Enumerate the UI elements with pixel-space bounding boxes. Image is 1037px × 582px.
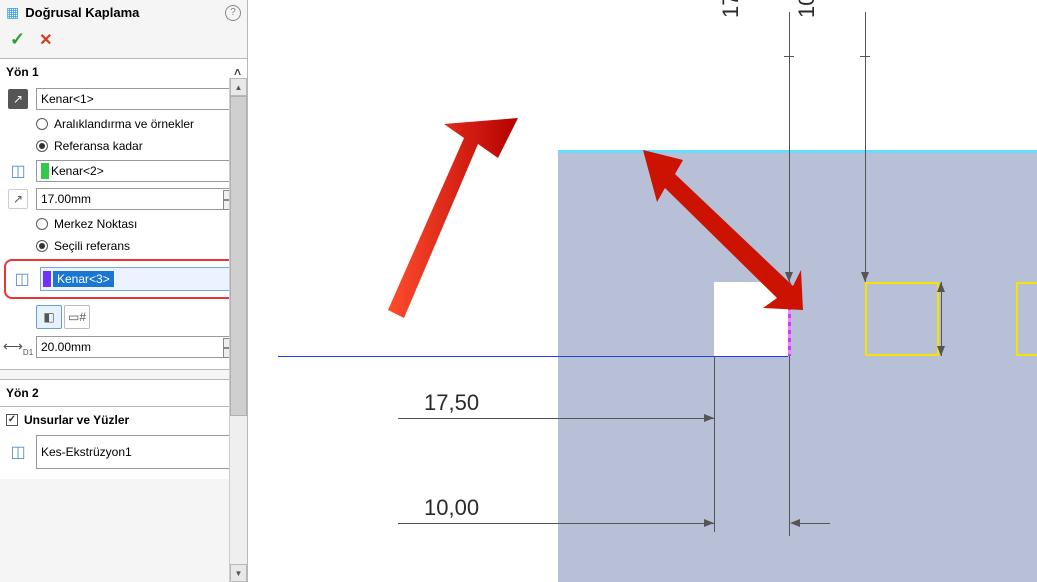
section-header-features[interactable]: Unsurlar ve Yüzler ˄ bbox=[6, 411, 241, 433]
dim-h1-line bbox=[398, 418, 714, 419]
dimension-v-10-00: 10,00 bbox=[794, 0, 820, 18]
scroll-up-button[interactable]: ▲ bbox=[230, 78, 247, 96]
purple-selection-chip bbox=[43, 271, 51, 287]
selected-reference-value: Kenar<3> bbox=[53, 271, 114, 287]
radio-center-point[interactable] bbox=[36, 218, 48, 230]
dimension-v-17-50: 17,50 bbox=[718, 0, 744, 18]
direction1-edge-value: Kenar<1> bbox=[41, 92, 94, 106]
center-point-option-row[interactable]: Merkez Noktası bbox=[6, 213, 241, 235]
section-direction1: Yön 1 ˄ ↗ Kenar<1> Aralıklandırma ve örn… bbox=[0, 58, 247, 369]
dim-v1-extline bbox=[789, 12, 790, 282]
offset-value-row: ⟷D1 20.00mm ▲▼ bbox=[6, 333, 241, 361]
dim-h2-line-right bbox=[800, 523, 830, 524]
dim-yellow-arrow-up bbox=[937, 282, 945, 292]
upto-reference-input[interactable]: Kenar<2> bbox=[36, 160, 241, 182]
direction1-label: Yön 1 bbox=[6, 65, 39, 79]
selected-reference-input[interactable]: Kenar<3> bbox=[40, 267, 237, 291]
section-header-direction1[interactable]: Yön 1 ˄ bbox=[6, 63, 241, 85]
help-icon[interactable]: ? bbox=[225, 5, 241, 21]
dim-h1-ext2 bbox=[789, 356, 790, 536]
spacing-option-label: Aralıklandırma ve örnekler bbox=[54, 117, 194, 131]
confirm-row: ✓ ✕ bbox=[0, 23, 247, 58]
dim-h2-arrow-left-end bbox=[790, 519, 800, 527]
part-body bbox=[558, 150, 1037, 582]
direction1-reference-row: ↗ Kenar<1> bbox=[6, 85, 241, 113]
pattern-preview-1 bbox=[865, 282, 939, 356]
linear-pattern-icon: ▦ bbox=[6, 4, 19, 21]
dim-v2-arrow-down bbox=[861, 272, 869, 282]
dim-v1-arrow-down bbox=[785, 272, 793, 282]
flip-direction-icon[interactable]: ↗ bbox=[6, 187, 30, 211]
selected-reference-option-label: Seçili referans bbox=[54, 239, 130, 253]
dim-v2-tickline bbox=[860, 56, 870, 57]
dimension-h-17-50: 17,50 bbox=[424, 390, 479, 416]
offset-reference-buttons: ◧ ▭# bbox=[6, 301, 241, 333]
center-point-option-label: Merkez Noktası bbox=[54, 217, 137, 231]
selected-reference-input-row: ◫ Kenar<3> bbox=[10, 265, 237, 293]
features-list-input[interactable]: Kes-Ekstrüzyon1 bbox=[36, 435, 241, 469]
cancel-button[interactable]: ✕ bbox=[39, 30, 52, 50]
dim-h1-arrow-right bbox=[704, 414, 714, 422]
dim-v1-tickline bbox=[784, 56, 794, 57]
construction-line bbox=[278, 356, 788, 357]
radio-upto-reference[interactable] bbox=[36, 140, 48, 152]
radio-selected-reference[interactable] bbox=[36, 240, 48, 252]
direction1-edge-input[interactable]: Kenar<1> bbox=[36, 88, 241, 110]
radio-spacing[interactable] bbox=[36, 118, 48, 130]
upto-reference-value: Kenar<2> bbox=[51, 164, 104, 178]
dim-yellow-extline bbox=[941, 282, 942, 356]
features-item-row: ◫ Kes-Ekstrüzyon1 bbox=[6, 433, 241, 471]
green-selection-chip bbox=[41, 163, 49, 179]
scroll-thumb[interactable] bbox=[230, 96, 247, 416]
dim-h2-arrow-right bbox=[704, 519, 714, 527]
feature-item: Kes-Ekstrüzyon1 bbox=[41, 445, 132, 459]
dim-h1-ext1 bbox=[714, 356, 715, 426]
upto-reference-option-label: Referansa kadar bbox=[54, 139, 143, 153]
scroll-down-button[interactable]: ▼ bbox=[230, 564, 247, 582]
pattern-preview-2 bbox=[1016, 282, 1037, 356]
annotation-arrow-panel bbox=[288, 118, 518, 338]
panel-title: Doğrusal Kaplama bbox=[25, 5, 219, 20]
upto-reference-input-row: ◫ Kenar<2> bbox=[6, 157, 241, 185]
spacing-value-row: ↗ 17.00mm ▲▼ bbox=[6, 185, 241, 213]
direction-arrow-icon[interactable]: ↗ bbox=[6, 87, 30, 111]
dim-h2-ext1 bbox=[714, 426, 715, 532]
features-checkbox[interactable] bbox=[6, 414, 18, 426]
cut-feature-seed bbox=[714, 282, 788, 356]
dimension-h-10-00: 10,00 bbox=[424, 495, 479, 521]
offset-dimension-icon[interactable]: ⟷D1 bbox=[6, 335, 30, 359]
offset-mode-b-button[interactable]: ▭# bbox=[64, 305, 90, 329]
property-panel: ▦ Doğrusal Kaplama ? ✓ ✕ Yön 1 ˄ ↗ Kenar… bbox=[0, 0, 248, 582]
offset-value-input[interactable]: 20.00mm ▲▼ bbox=[36, 336, 241, 358]
offset-mode-a-button[interactable]: ◧ bbox=[36, 305, 62, 329]
section-direction2: Yön 2 ˅ bbox=[0, 379, 247, 406]
dim-h2-line bbox=[398, 523, 714, 524]
section-header-direction2[interactable]: Yön 2 ˅ bbox=[6, 384, 241, 402]
dim-v2-extline bbox=[865, 12, 866, 282]
spacing-value: 17.00mm bbox=[41, 192, 91, 206]
graphics-viewport[interactable]: 17,50 10,00 17,50 10,00 bbox=[248, 0, 1037, 582]
offset-value: 20.00mm bbox=[41, 340, 91, 354]
spacing-option-row[interactable]: Aralıklandırma ve örnekler bbox=[6, 113, 241, 135]
panel-scrollbar[interactable]: ▲ ▼ bbox=[229, 78, 247, 582]
ok-button[interactable]: ✓ bbox=[10, 29, 25, 50]
reference-geometry-icon[interactable]: ◫ bbox=[6, 159, 30, 183]
direction2-label: Yön 2 bbox=[6, 386, 39, 400]
selected-reference-option-row[interactable]: Seçili referans bbox=[6, 235, 241, 257]
highlighted-selection-row: ◫ Kenar<3> bbox=[4, 259, 243, 299]
dim-yellow-arrow-down bbox=[937, 346, 945, 356]
chevron-up-icon: ˄ bbox=[234, 65, 241, 79]
panel-header: ▦ Doğrusal Kaplama ? bbox=[0, 0, 247, 23]
spacing-value-input[interactable]: 17.00mm ▲▼ bbox=[36, 188, 241, 210]
feature-icon[interactable]: ◫ bbox=[6, 440, 30, 464]
reference-body-icon[interactable]: ◫ bbox=[10, 267, 34, 291]
section-features: Unsurlar ve Yüzler ˄ ◫ Kes-Ekstrüzyon1 bbox=[0, 406, 247, 479]
section-gap bbox=[0, 369, 247, 379]
selected-edge-marker bbox=[788, 282, 791, 356]
features-label: Unsurlar ve Yüzler bbox=[24, 413, 129, 427]
upto-reference-option-row[interactable]: Referansa kadar bbox=[6, 135, 241, 157]
